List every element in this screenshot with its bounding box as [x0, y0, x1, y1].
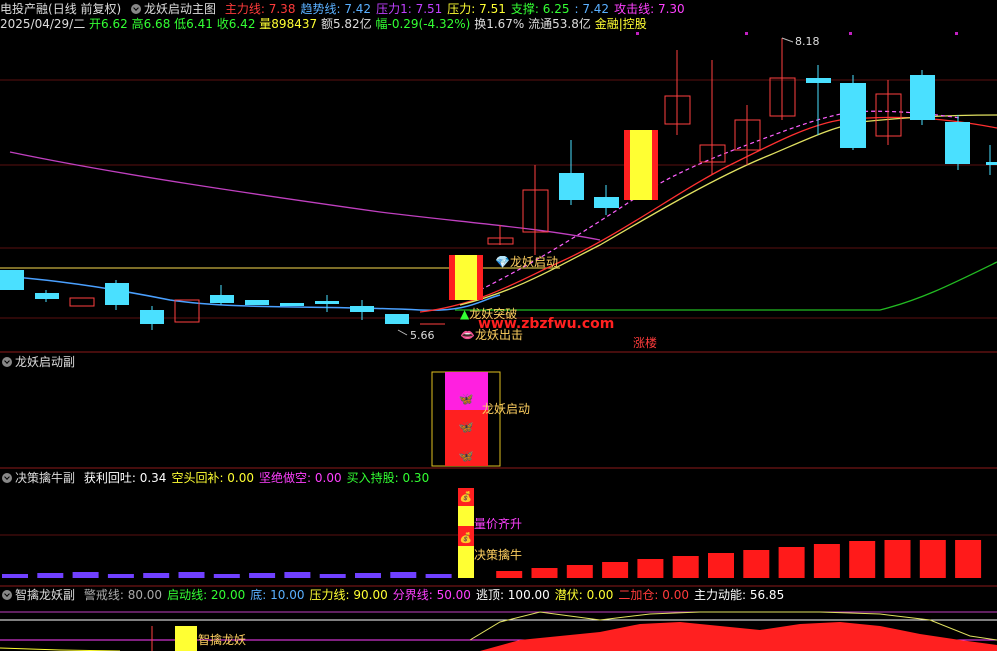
signal-qidong-text: 龙妖启动 — [509, 255, 558, 269]
energy-bar — [355, 573, 381, 578]
panel4-item-value: 56.85 — [746, 588, 785, 602]
energy-bar — [955, 540, 982, 578]
panel-menu-icon[interactable] — [2, 590, 12, 600]
energy-bar — [107, 574, 134, 578]
panel4-item: 主力动能: 56.85 — [694, 588, 784, 602]
svg-text:💰: 💰 — [460, 531, 472, 544]
panel4-item-value: 10.00 — [266, 588, 305, 602]
panel4-item: 警戒线: 80.00 — [84, 588, 162, 602]
panel4-item-label: 启动线: — [167, 588, 208, 602]
energy-bar — [637, 559, 664, 578]
energy-bar — [496, 571, 523, 578]
panel3-item-label: 买入持股: — [346, 471, 399, 485]
lips-icon: 👄 — [460, 328, 475, 342]
energy-bar — [919, 540, 946, 578]
panel4-item: 潜伏: 0.00 — [555, 588, 614, 602]
panel4-item-value: 100.00 — [503, 588, 550, 602]
panel4-item-label: 二加仓: — [618, 588, 659, 602]
panel4-item-label: 主力动能: — [693, 588, 747, 602]
price-high-label: 8.18 — [795, 35, 820, 48]
panel3-item-label: 获利回吐: — [83, 471, 136, 485]
panel3-signal-bull: 决策擒牛 — [474, 548, 523, 562]
energy-bar — [37, 573, 64, 578]
panel4-item: 底: 10.00 — [250, 588, 304, 602]
panel4-item-label: 底: — [250, 588, 267, 602]
panel3-item-label: 坚绝做空: — [259, 471, 312, 485]
panel4-item-value: 0.00 — [658, 588, 689, 602]
panel2-header: 龙妖启动副 — [2, 355, 75, 369]
panel-menu-icon[interactable] — [2, 357, 12, 367]
panel3-title[interactable]: 决策擒牛副 — [15, 471, 75, 485]
panel4-item-label: 潜伏: — [554, 588, 583, 602]
energy-bar — [813, 544, 840, 578]
panel3-header: 决策擒牛副 获利回吐: 0.34 空头回补: 0.00 坚绝做空: 0.00 买入持股… — [2, 471, 429, 485]
svg-text:💰: 💰 — [460, 490, 472, 503]
energy-bar — [531, 568, 558, 578]
panel4-title[interactable]: 智擒龙妖副 — [15, 588, 75, 602]
energy-bar — [72, 572, 99, 578]
energy-bar — [884, 540, 911, 578]
energy-bar — [390, 572, 417, 578]
panel3-item: 坚绝做空: 0.00 — [259, 471, 342, 485]
panel4-item-label: 逃顶: — [475, 588, 504, 602]
signal-qidong-label: 💎龙妖启动 — [495, 255, 558, 269]
panel4-item: 二加仓: 0.00 — [618, 588, 689, 602]
panel4-signal: 智擒龙妖 — [198, 633, 247, 647]
svg-text:🦋: 🦋 — [459, 449, 474, 463]
energy-bar — [213, 574, 240, 578]
energy-bar — [708, 553, 734, 578]
panel4-item-value: 90.00 — [349, 588, 388, 602]
energy-bar — [602, 562, 629, 578]
panel3-item: 买入持股: 0.30 — [347, 471, 430, 485]
panel4-values: 警戒线: 80.00 启动线: 20.00 底: 10.00 压力线: 90.00 分界… — [79, 588, 784, 602]
panel4-item: 分界线: 50.00 — [393, 588, 471, 602]
energy-bar — [319, 574, 346, 578]
energy-bar — [284, 572, 311, 578]
panel4-item-label: 分界线: — [392, 588, 433, 602]
energy-bar — [143, 573, 170, 578]
panel4-item-label: 警戒线: — [83, 588, 124, 602]
panel4-item: 压力线: 90.00 — [310, 588, 388, 602]
panel3-item-value: 0.34 — [135, 471, 167, 485]
panel4-item: 启动线: 20.00 — [167, 588, 245, 602]
panel3-item: 获利回吐: 0.34 — [84, 471, 167, 485]
up-arrow-icon: ▲ — [460, 307, 470, 321]
panel3-item-value: 0.00 — [311, 471, 342, 485]
panel4-header: 智擒龙妖副 警戒线: 80.00 启动线: 20.00 底: 10.00 压力线: 9… — [2, 588, 784, 602]
panel3-signal-price: 量价齐升 — [474, 517, 523, 531]
watermark: www.zbzfwu.com — [478, 316, 615, 332]
panel3-item-value: 0.30 — [398, 471, 430, 485]
panel4-item: 逃顶: 100.00 — [476, 588, 550, 602]
panel4-item-value: 80.00 — [123, 588, 163, 602]
panel2-title[interactable]: 龙妖启动副 — [15, 355, 75, 369]
energy-bar — [849, 541, 876, 578]
panel2-signal: 龙妖启动 — [482, 402, 531, 416]
energy-bar — [566, 565, 593, 578]
price-low-label: 5.66 — [410, 329, 435, 342]
energy-bar — [425, 574, 452, 578]
panel4-item-value: 20.00 — [207, 588, 246, 602]
svg-text:🦋: 🦋 — [459, 420, 474, 434]
diamond-icon: 💎 — [495, 255, 510, 269]
energy-bar — [672, 556, 699, 578]
panel4-item-value: 50.00 — [432, 588, 471, 602]
energy-bar — [2, 574, 28, 578]
panel4-item-value: 0.00 — [582, 588, 614, 602]
panel-menu-icon[interactable] — [2, 473, 12, 483]
energy-bar — [743, 550, 770, 578]
energy-bar — [178, 572, 205, 578]
panel3-item: 空头回补: 0.00 — [171, 471, 254, 485]
panel3-item-value: 0.00 — [223, 471, 255, 485]
energy-bar — [249, 573, 276, 578]
svg-text:🦋: 🦋 — [459, 392, 474, 406]
panel3-values: 获利回吐: 0.34 空头回补: 0.00 坚绝做空: 0.00 买入持股: 0.30 — [79, 471, 429, 485]
panel3-item-label: 空头回补: — [171, 471, 224, 485]
limit-up-badge: 涨楼 — [633, 336, 658, 350]
energy-bar — [778, 547, 805, 578]
panel4-item-label: 压力线: — [309, 588, 350, 602]
